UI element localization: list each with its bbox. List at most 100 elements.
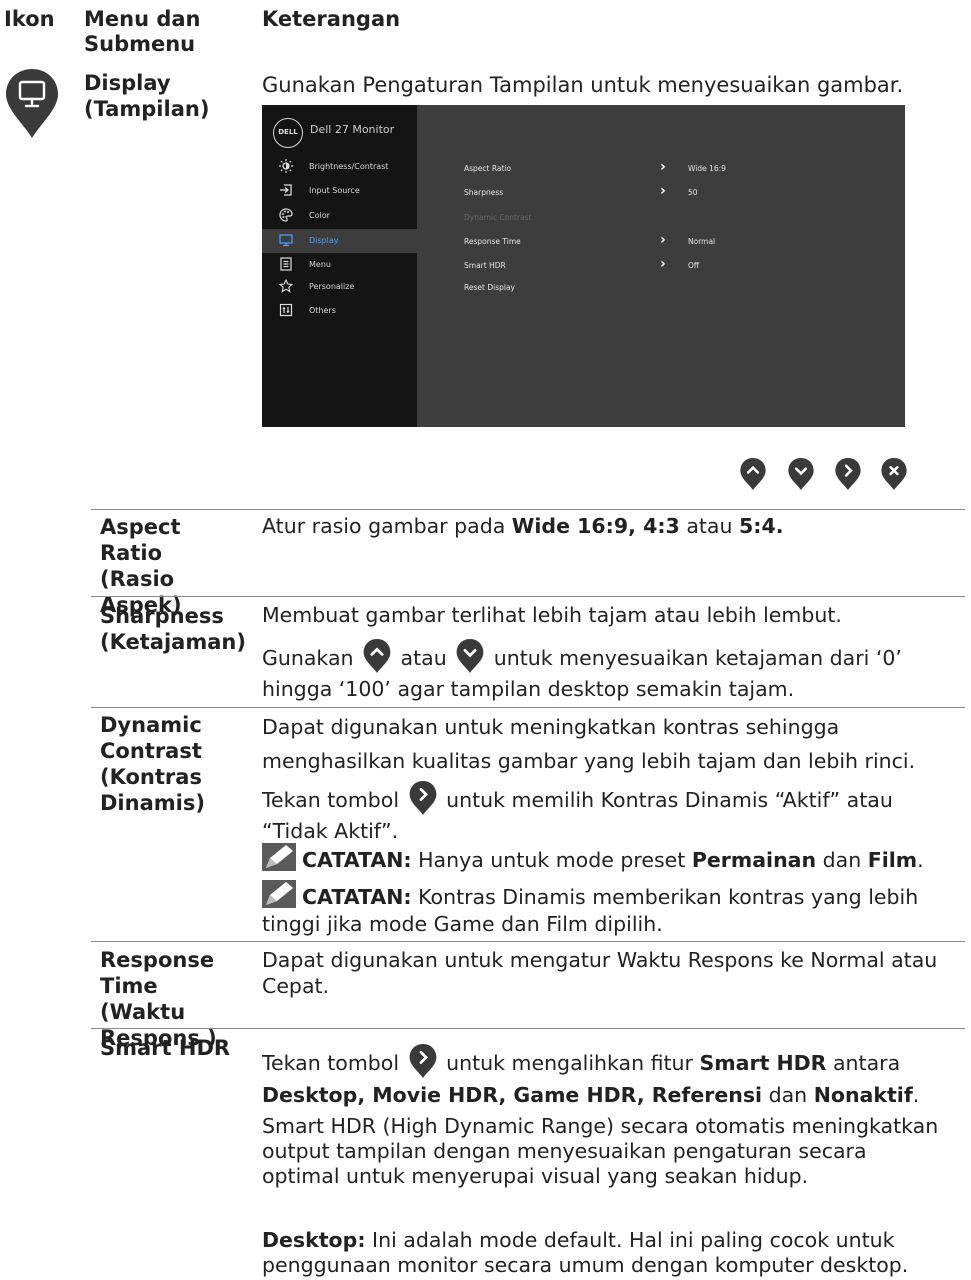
others-icon: [278, 303, 294, 319]
menu-icon: [278, 257, 294, 273]
osd-row-aspect-ratio[interactable]: Aspect Ratio › Wide 16:9: [464, 159, 894, 179]
osd-row-sharpness[interactable]: Sharpness › 50: [464, 183, 894, 203]
osd-menu-label: Menu: [309, 260, 331, 269]
sharpness-line-2: Gunakan atau untuk menyesuaikan ketajama…: [262, 638, 962, 676]
text: atau: [394, 646, 454, 670]
osd-row-label: Aspect Ratio: [464, 164, 512, 173]
star-icon: [278, 278, 294, 295]
col-header-icon: Ikon: [4, 7, 55, 31]
text-bold: Desktop, Movie HDR, Game HDR, Referensi: [262, 1083, 763, 1107]
response-time-description: Dapat digunakan untuk mengatur Waktu Res…: [262, 948, 938, 998]
chevron-right-icon: [406, 1043, 440, 1079]
display-monitor-icon: [4, 67, 60, 140]
osd-menu-others[interactable]: Others: [262, 299, 417, 323]
nav-right-button[interactable]: [834, 457, 862, 491]
text: Tekan tombol: [262, 1051, 406, 1075]
osd-row-smart-hdr[interactable]: Smart HDR › Off: [464, 256, 894, 276]
smart-hdr-p1: Tekan tombol untuk mengalihkan fitur Sma…: [262, 1043, 962, 1111]
dell-logo: DELL: [273, 118, 303, 148]
chevron-down-icon: [453, 638, 487, 674]
note-pencil-icon: [262, 843, 296, 871]
text-bold: Film: [867, 848, 918, 872]
dynamic-contrast-note-2: CATATAN: Kontras Dinamis memberikan kont…: [262, 880, 967, 938]
osd-menu-label: Personalize: [309, 282, 355, 291]
text: untuk mengalihkan fitur: [439, 1051, 700, 1075]
chevron-right-icon: [406, 780, 440, 816]
text: dan: [762, 1083, 814, 1107]
osd-row-label: Response Time: [464, 237, 521, 246]
note-label: CATATAN:: [302, 885, 412, 909]
display-description: Gunakan Pengaturan Tampilan untuk menyes…: [262, 73, 904, 97]
text-bold: 5:4.: [739, 514, 784, 538]
chevron-right-icon: ›: [660, 159, 666, 175]
osd-row-label: Sharpness: [464, 188, 504, 197]
osd-row-value: Wide 16:9: [688, 164, 726, 173]
row-divider: [91, 596, 965, 597]
osd-sidebar: DELL Dell 27 Monitor Brightness/Contrast…: [262, 105, 417, 427]
text: Atur rasio gambar pada: [262, 514, 512, 538]
menu-display-label: Display (Tampilan): [84, 71, 210, 121]
row-divider: [91, 707, 965, 708]
osd-menu-label: Input Source: [309, 186, 360, 195]
osd-row-reset-display[interactable]: Reset Display: [464, 278, 894, 298]
chevron-right-icon: ›: [660, 183, 666, 199]
aspect-ratio-description: Atur rasio gambar pada Wide 16:9, 4:3 at…: [262, 512, 962, 540]
smart-hdr-p2: Smart HDR (High Dynamic Range) secara ot…: [262, 1114, 939, 1188]
close-icon: [881, 457, 907, 491]
osd-screenshot: DELL Dell 27 Monitor Brightness/Contrast…: [262, 105, 905, 427]
row-divider: [91, 941, 965, 942]
nav-down-button[interactable]: [787, 457, 815, 491]
osd-menu-brightness[interactable]: Brightness/Contrast: [262, 155, 417, 179]
chevron-right-icon: ›: [660, 232, 666, 248]
osd-row-response-time[interactable]: Response Time › Normal: [464, 232, 894, 252]
dynamic-contrast-p2: Tekan tombol untuk memilih Kontras Dinam…: [262, 780, 952, 847]
col-header-menu: Menu dan Submenu: [84, 7, 201, 56]
text-bold: Nonaktif: [813, 1083, 913, 1107]
osd-row-value: Normal: [688, 237, 716, 246]
osd-row-label: Reset Display: [464, 283, 515, 292]
nav-close-button[interactable]: [880, 457, 908, 491]
text: .: [912, 1083, 920, 1107]
sharpness-line-3: hingga ‘100’ agar tampilan desktop semak…: [262, 677, 795, 701]
osd-menu-color[interactable]: Color: [262, 204, 417, 228]
text: Tekan tombol: [262, 788, 406, 812]
osd-menu-label: Color: [309, 211, 330, 220]
submenu-dynamic-contrast: Dynamic Contrast (Kontras Dinamis): [100, 713, 205, 815]
submenu-sharpness: Sharpness (Ketajaman): [100, 604, 246, 654]
osd-row-value: 50: [688, 188, 698, 197]
note-label: CATATAN:: [302, 848, 412, 872]
submenu-smart-hdr: Smart HDR: [100, 1036, 231, 1060]
osd-menu-label: Others: [309, 306, 336, 315]
text: Hanya untuk mode preset: [411, 848, 692, 872]
osd-row-label: Smart HDR: [464, 261, 506, 270]
text: untuk menyesuaikan ketajaman dari ‘0’: [487, 646, 902, 670]
text: atau: [679, 514, 739, 538]
chevron-right-icon: ›: [660, 256, 666, 272]
dynamic-contrast-note-1: CATATAN: Hanya untuk mode preset Permain…: [262, 843, 967, 874]
smart-hdr-p3: Desktop: Ini adalah mode default. Hal in…: [262, 1228, 967, 1278]
osd-menu-label: Display: [309, 236, 339, 245]
dynamic-contrast-p1: Dapat digunakan untuk meningkatkan kontr…: [262, 715, 916, 773]
osd-menu-label: Brightness/Contrast: [309, 162, 389, 171]
row-divider: [91, 1028, 965, 1029]
osd-menu-personalize[interactable]: Personalize: [262, 275, 417, 299]
chevron-down-icon: [788, 457, 814, 491]
color-icon: [278, 208, 294, 224]
nav-up-button[interactable]: [739, 457, 767, 491]
chevron-up-icon: [360, 638, 394, 674]
osd-menu-menu[interactable]: Menu: [262, 253, 417, 277]
osd-menu-input-source[interactable]: Input Source: [262, 179, 417, 203]
chevron-up-icon: [740, 457, 766, 491]
sharpness-line-1: Membuat gambar terlihat lebih tajam atau…: [262, 603, 842, 627]
text: dan: [816, 848, 868, 872]
input-source-icon: [278, 183, 294, 199]
row-divider: [91, 509, 965, 510]
text: Gunakan: [262, 646, 361, 670]
text-bold: Wide 16:9, 4:3: [511, 514, 680, 538]
brightness-icon: [278, 159, 294, 175]
osd-menu-display[interactable]: Display: [262, 229, 417, 253]
text-bold: Smart HDR: [699, 1051, 827, 1075]
text: .: [917, 848, 924, 872]
text-bold: Desktop:: [262, 1228, 366, 1252]
col-header-desc: Keterangan: [262, 7, 401, 31]
